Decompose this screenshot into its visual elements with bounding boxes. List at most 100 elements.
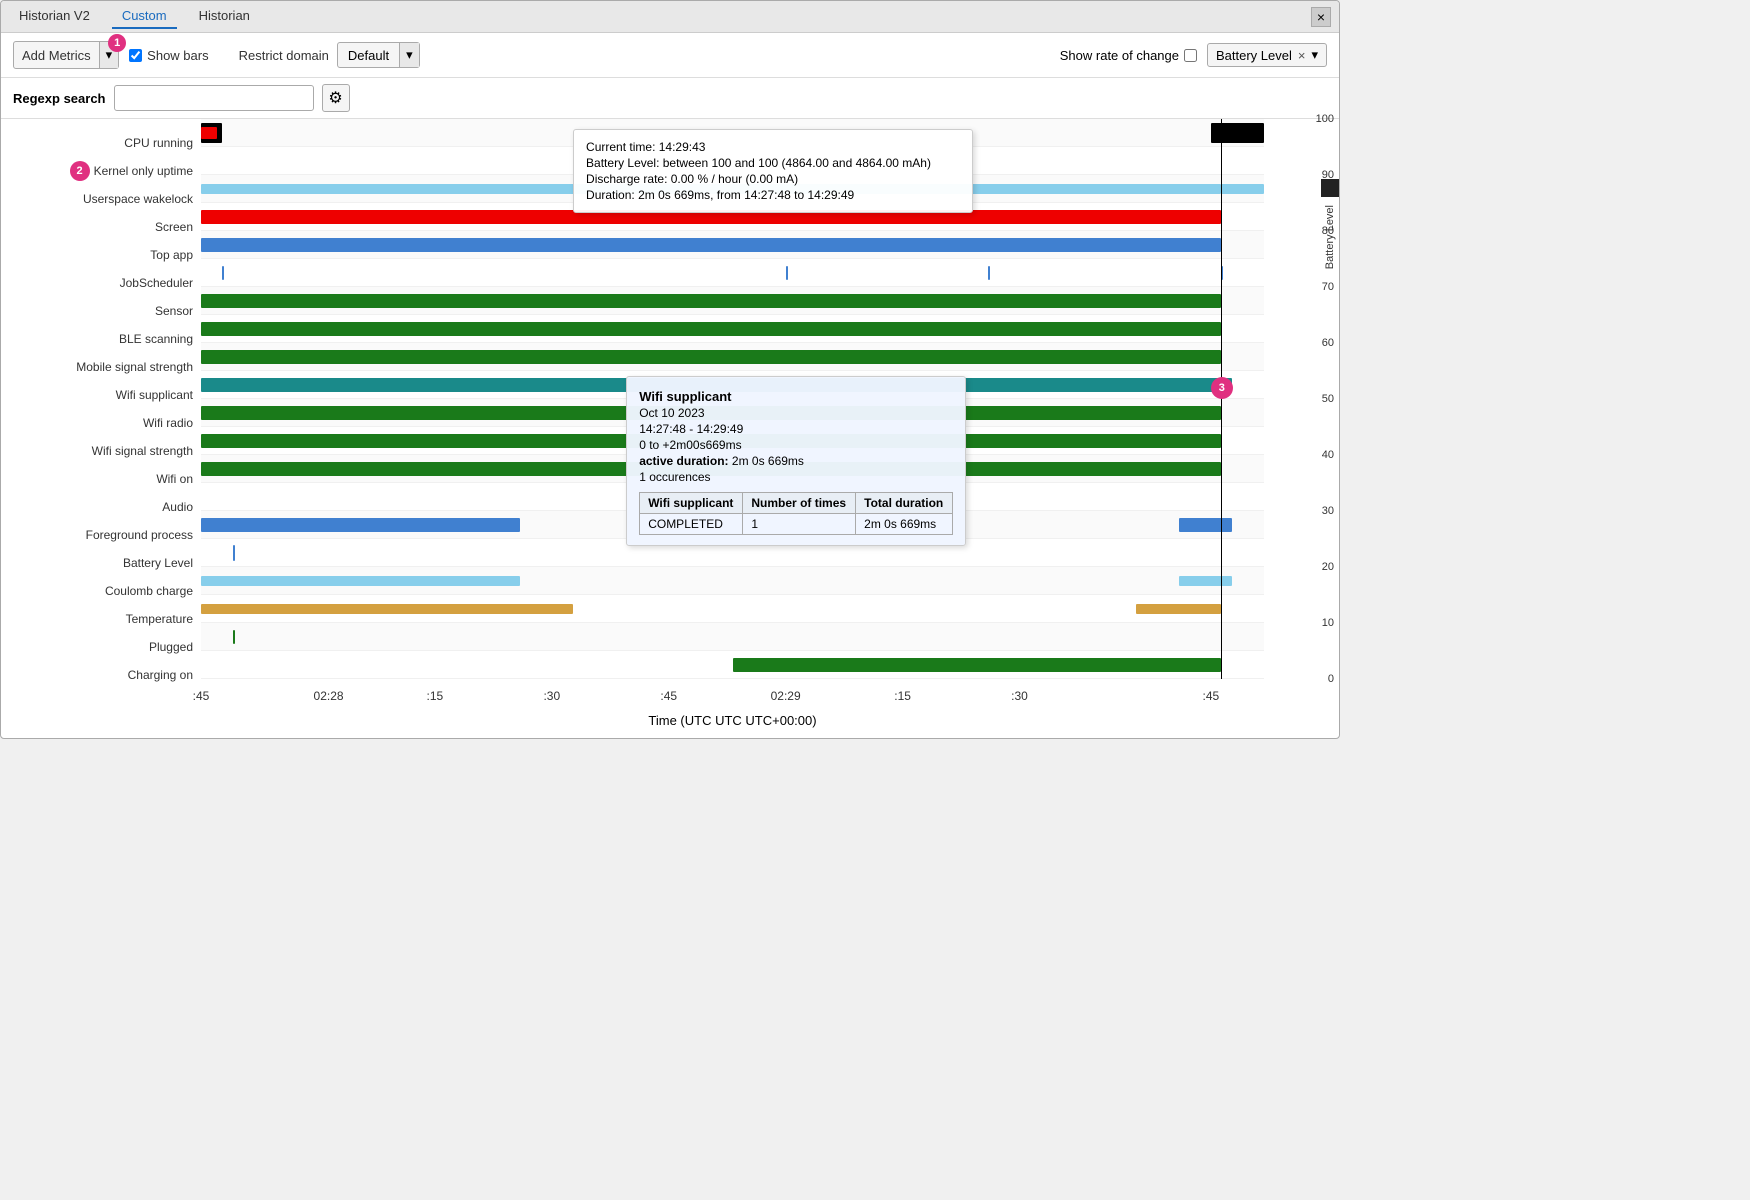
settings-button[interactable]: ⚙ [322, 84, 350, 112]
y-axis-tick: 10 [1322, 617, 1334, 629]
chart-bar [201, 238, 1221, 252]
toolbar: Add Metrics ▾ 1 Show bars Restrict domai… [1, 33, 1339, 78]
tooltip-lower-time-range: 14:27:48 - 14:29:49 [639, 422, 953, 436]
battery-level-text: Battery Level [1216, 48, 1292, 63]
chart-bar [201, 322, 1221, 336]
row-label: Sensor [1, 297, 201, 325]
chart-bar [233, 545, 235, 561]
chart-bar [1221, 184, 1264, 194]
chart-bar [201, 576, 520, 586]
tab-historian-v2[interactable]: Historian V2 [9, 4, 100, 29]
tooltip-upper: Current time: 14:29:43 Battery Level: be… [573, 129, 973, 213]
tooltip-lower-occurrences: 1 occurences [639, 470, 953, 484]
regexp-search-label: Regexp search [13, 91, 106, 106]
chart-bar [201, 518, 520, 532]
table-row [201, 287, 1264, 315]
battery-level-close-icon[interactable]: × [1298, 48, 1306, 63]
chart-bar [233, 630, 235, 644]
row-label: Wifi radio [1, 409, 201, 437]
row-label: Battery Level [1, 549, 201, 577]
badge-3: 3 [1211, 377, 1233, 399]
chart-bar [1211, 123, 1264, 143]
tooltip-duration: Duration: 2m 0s 669ms, from 14:27:48 to … [586, 188, 960, 202]
badge-2: 2 [70, 161, 90, 181]
y-axis-tick: 100 [1316, 113, 1334, 125]
chart-bar [201, 350, 1221, 364]
x-axis: :4502:28:15:30:4502:29:15:30:45 [201, 689, 1264, 713]
regexp-search-input[interactable] [114, 85, 314, 111]
table-row [201, 343, 1264, 371]
domain-select[interactable]: Default ▾ [337, 42, 420, 68]
row-label: Top app [1, 241, 201, 269]
x-axis-tick: :45 [660, 689, 677, 703]
x-axis-tick: :45 [193, 689, 210, 703]
row-label: Temperature [1, 605, 201, 633]
x-axis-label: Time (UTC UTC UTC+00:00) [201, 713, 1264, 738]
show-rate-checkbox[interactable] [1184, 49, 1197, 62]
chart-bar [222, 266, 224, 280]
restrict-domain-control: Restrict domain Default ▾ [239, 42, 420, 68]
row-label: Screen [1, 213, 201, 241]
chart-bar [1179, 576, 1232, 586]
show-rate-control: Show rate of change [1060, 48, 1197, 63]
table-row [201, 651, 1264, 679]
tooltip-lower: Wifi supplicant Oct 10 2023 14:27:48 - 1… [626, 376, 966, 546]
add-metrics-button[interactable]: Add Metrics ▾ 1 [13, 41, 119, 69]
restrict-domain-label: Restrict domain [239, 48, 329, 63]
chart-container: CPU running2Kernel only uptimeUserspace … [1, 119, 1339, 689]
domain-select-value: Default [338, 44, 399, 67]
y-axis-tick: 20 [1322, 561, 1334, 573]
row-label: Plugged [1, 633, 201, 661]
add-metrics-badge: 1 [108, 34, 126, 52]
tab-historian[interactable]: Historian [189, 4, 260, 29]
battery-swatch [1321, 179, 1339, 197]
row-label: BLE scanning [1, 325, 201, 353]
main-window: Historian V2 Custom Historian × Add Metr… [0, 0, 1340, 739]
y-axis-tick: 70 [1322, 281, 1334, 293]
row-label: Wifi on [1, 465, 201, 493]
row-labels: CPU running2Kernel only uptimeUserspace … [1, 119, 201, 689]
x-axis-tick: :15 [427, 689, 444, 703]
row-label: Userspace wakelock [1, 185, 201, 213]
table-row [201, 231, 1264, 259]
x-axis-tick: :45 [1203, 689, 1220, 703]
x-axis-tick: :15 [894, 689, 911, 703]
gear-icon: ⚙ [328, 88, 342, 108]
chart-canvas: Current time: 14:29:43 Battery Level: be… [201, 119, 1264, 689]
battery-legend: Battery Level [1321, 179, 1339, 269]
x-axis-tick: :30 [1011, 689, 1028, 703]
tooltip-discharge: Discharge rate: 0.00 % / hour (0.00 mA) [586, 172, 960, 186]
tooltip-lower-table: Wifi supplicantNumber of timesTotal dura… [639, 492, 953, 535]
chart-bar [201, 294, 1221, 308]
battery-level-dropdown-icon[interactable]: ▾ [1311, 47, 1318, 63]
x-axis-tick: 02:29 [771, 689, 801, 703]
x-axis-tick: 02:28 [314, 689, 344, 703]
y-axis-tick: 0 [1328, 673, 1334, 685]
tooltip-lower-offset: 0 to +2m00s669ms [639, 438, 953, 452]
tooltip-lower-date: Oct 10 2023 [639, 406, 953, 420]
battery-level-tag: Battery Level × ▾ [1207, 43, 1327, 67]
tooltip-lower-active-duration: active duration: 2m 0s 669ms [639, 454, 953, 468]
battery-legend-label: Battery Level [1324, 205, 1336, 269]
row-label: Charging on [1, 661, 201, 689]
y-axis-tick: 30 [1322, 505, 1334, 517]
tooltip-time: Current time: 14:29:43 [586, 140, 960, 154]
show-bars-label: Show bars [147, 48, 208, 63]
tab-custom[interactable]: Custom [112, 4, 177, 29]
row-label: 2Kernel only uptime [1, 157, 201, 185]
y-axis-tick: 40 [1322, 449, 1334, 461]
chart-bar [733, 658, 1222, 672]
show-bars-control: Show bars [129, 48, 208, 63]
tooltip-lower-title: Wifi supplicant [639, 389, 953, 404]
table-row [201, 595, 1264, 623]
show-bars-checkbox[interactable] [129, 49, 142, 62]
chart-bar [1179, 518, 1232, 532]
table-row [201, 259, 1264, 287]
domain-select-arrow-icon[interactable]: ▾ [399, 43, 419, 67]
row-label: Wifi signal strength [1, 437, 201, 465]
chart-bar [786, 266, 788, 280]
row-label: Coulomb charge [1, 577, 201, 605]
y-axis-tick: 60 [1322, 337, 1334, 349]
close-button[interactable]: × [1311, 7, 1331, 27]
add-metrics-label: Add Metrics [14, 43, 99, 68]
